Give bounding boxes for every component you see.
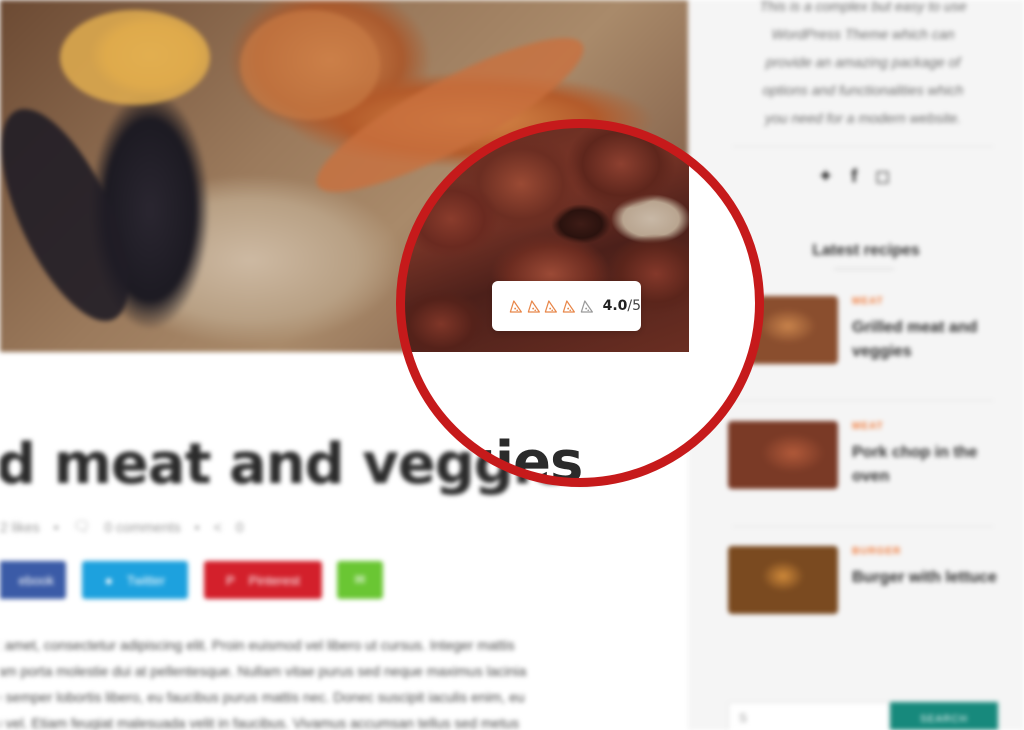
- likes-count[interactable]: 2 likes: [0, 519, 40, 535]
- pizza-slice-icon: [580, 299, 593, 313]
- share-pinterest-label: Pinterest: [248, 572, 300, 588]
- body-line: iam porta molestie dui at pellentesque. …: [0, 663, 527, 679]
- facebook-icon[interactable]: f: [851, 166, 857, 187]
- latest-recipe-item[interactable]: BURGER Burger with lettuce: [728, 546, 998, 616]
- body-line: u vel. Etiam feugiat malesuada velit in …: [0, 715, 519, 730]
- recipe-category[interactable]: MEAT: [852, 296, 884, 307]
- zoomed-title-text: ed meat and veggies: [401, 430, 583, 482]
- recipe-title[interactable]: Burger with lettuce: [852, 566, 998, 590]
- pizza-slice-icon: [527, 299, 540, 313]
- photo-top-edge: [401, 124, 689, 126]
- recipe-title[interactable]: Pork chop in the oven: [852, 441, 998, 489]
- twitter-icon[interactable]: ✦: [818, 166, 833, 187]
- pizza-slice-icon: [545, 299, 558, 313]
- about-line: WordPress Theme which can: [771, 26, 955, 42]
- recipe-category[interactable]: MEAT: [852, 421, 884, 432]
- comment-icon: 🗨: [72, 518, 91, 534]
- latest-recipe-item[interactable]: MEAT Grilled meat and veggies: [728, 296, 998, 366]
- divider: [732, 400, 994, 401]
- chicken-shape: [240, 10, 380, 120]
- dot-separator: •: [53, 518, 59, 535]
- share-email-button[interactable]: ✉: [337, 561, 383, 599]
- search-button[interactable]: SEARCH: [890, 702, 998, 730]
- eggplant-shape: [0, 91, 155, 339]
- comments-count[interactable]: 0 comments: [104, 519, 180, 535]
- search-input[interactable]: S: [728, 702, 890, 730]
- about-line: options and functionalities which: [762, 82, 964, 98]
- post-body: it amet, consectetur adipiscing elit. Pr…: [0, 632, 644, 730]
- body-line: it amet, consectetur adipiscing elit. Pr…: [0, 637, 515, 653]
- instagram-icon[interactable]: ◻: [875, 166, 890, 187]
- latest-recipe-item[interactable]: MEAT Pork chop in the oven: [728, 421, 998, 491]
- recipe-thumbnail[interactable]: [728, 546, 838, 614]
- share-pinterest-button[interactable]: P Pinterest: [204, 561, 322, 599]
- about-line: you need for a modern website.: [764, 110, 962, 126]
- email-icon: ✉: [354, 572, 366, 587]
- share-twitter-button[interactable]: ● Twitter: [82, 561, 188, 599]
- divider: [732, 146, 994, 147]
- twitter-icon: ●: [104, 572, 113, 588]
- shares-count: 0: [235, 518, 244, 535]
- magnifier-lens: 4.0/5 ed meat and veggies: [401, 124, 759, 482]
- rating-score: 4.0/5: [603, 298, 641, 314]
- recipe-title[interactable]: Grilled meat and veggies: [852, 316, 998, 364]
- rating-max: /5: [627, 298, 642, 314]
- pizza-slice-icon: [509, 299, 522, 313]
- social-links: ✦ f ◻: [818, 166, 890, 187]
- about-text: This is a complex but easy to use WordPr…: [728, 0, 998, 132]
- recipe-category[interactable]: BURGER: [852, 546, 901, 557]
- heading-underline: [834, 268, 894, 270]
- body-line: e semper lobortis libero, eu faucibus pu…: [0, 689, 525, 705]
- post-meta: 2 likes • 🗨 0 comments • < 0: [0, 518, 244, 535]
- share-facebook-button[interactable]: ebook: [0, 561, 66, 599]
- share-facebook-label: ebook: [18, 572, 54, 588]
- pinterest-icon: P: [226, 572, 235, 588]
- divider: [732, 526, 994, 527]
- share-twitter-label: Twitter: [126, 572, 166, 588]
- rating-badge: 4.0/5: [492, 281, 641, 331]
- about-line: This is a complex but easy to use: [759, 0, 967, 14]
- latest-recipes-heading: Latest recipes: [812, 242, 920, 259]
- zoomed-title: ed meat and veggies: [401, 422, 759, 482]
- share-icon: <: [213, 518, 222, 535]
- pizza-slice-icon: [562, 299, 576, 313]
- potato-shape: [60, 10, 210, 105]
- dot-separator: •: [194, 518, 200, 535]
- zoomed-steak-photo: 4.0/5: [401, 124, 689, 352]
- about-line: provide an amazing package of: [765, 54, 961, 70]
- rating-value: 4.0: [602, 298, 628, 314]
